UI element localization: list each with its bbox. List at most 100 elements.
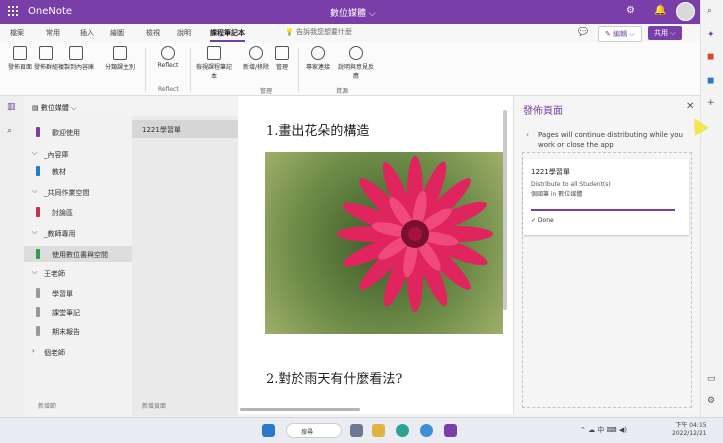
- taskbar-search[interactable]: 搜尋: [286, 423, 342, 438]
- section-item[interactable]: 學習單: [24, 285, 132, 301]
- outlook-icon[interactable]: ◼: [707, 76, 714, 86]
- chevron-down-icon: ⌵: [32, 149, 38, 157]
- edit-button[interactable]: ✎ 編輯 ⌵: [598, 26, 642, 42]
- add-section-button[interactable]: 新增節: [38, 401, 56, 410]
- file-explorer-icon[interactable]: [372, 424, 385, 437]
- ribbon-tabs: 檔案 常用 插入 繪圖 檢視 說明 課程筆記本 💡 告訴我您想要什麼 💬 ✎ 編…: [0, 24, 700, 42]
- button-label: 管理: [275, 64, 288, 71]
- tab-file[interactable]: 檔案: [10, 28, 24, 38]
- chevron-right-icon: ›: [32, 347, 35, 355]
- section-item[interactable]: 課堂筆記: [24, 304, 132, 320]
- button-label: 發佈群組: [33, 64, 58, 71]
- edge-beta-icon[interactable]: [420, 424, 433, 437]
- section-group[interactable]: ⌵ _教師專用: [24, 225, 132, 241]
- app-launcher-icon[interactable]: [8, 6, 18, 16]
- settings-icon[interactable]: ⚙: [626, 5, 635, 16]
- group-label-manage: 管理: [260, 88, 273, 95]
- tab-help[interactable]: 說明: [177, 28, 191, 38]
- taskbar-search-label: 搜尋: [301, 429, 314, 436]
- section-group[interactable]: ⌵ 王老師: [24, 265, 132, 281]
- edge-icon[interactable]: [396, 424, 409, 437]
- horizontal-scrollbar[interactable]: [240, 408, 360, 411]
- taskbar: 搜尋 ⌃ ☁ 中 ⌨ ◀) 下午 04:15 2022/12/21: [0, 417, 723, 443]
- panel-title: 發佈頁面: [523, 106, 563, 117]
- group-label-resources: 資源: [336, 88, 349, 95]
- search-icon[interactable]: ⌕: [707, 6, 712, 16]
- settings-icon[interactable]: ⚙: [707, 396, 715, 406]
- office-icon[interactable]: ◼: [707, 52, 714, 62]
- system-tray[interactable]: ⌃ ☁ 中 ⌨ ◀): [580, 425, 627, 435]
- chevron-left-icon[interactable]: ‹: [526, 130, 529, 139]
- onenote-taskbar-icon[interactable]: [444, 424, 457, 437]
- distribute-page-panel: 發佈頁面 ✕ ‹ Pages will continue distributin…: [513, 96, 700, 414]
- flower-image[interactable]: [265, 152, 503, 334]
- dahlia-flower-graphic: [337, 156, 493, 312]
- copilot-icon[interactable]: ✦: [707, 30, 715, 40]
- section-label: 期末報告: [52, 328, 80, 336]
- section-label: 討論區: [52, 209, 73, 217]
- manage-button[interactable]: 管理: [262, 46, 302, 71]
- add-icon[interactable]: +: [707, 98, 715, 108]
- button-label: 複製到內容庫: [57, 64, 94, 71]
- section-group[interactable]: › 個老師: [24, 344, 132, 360]
- notification-icon[interactable]: 🔔: [654, 5, 666, 16]
- tab-insert[interactable]: 插入: [80, 28, 94, 38]
- section-group-label: 個老師: [44, 349, 65, 357]
- add-page-button[interactable]: 新增頁面: [142, 401, 166, 410]
- page-canvas[interactable]: 1.畫出花朵的構造 2.對於雨天有什麼看法?: [238, 96, 513, 414]
- app-name: OneNote: [28, 6, 73, 17]
- sidebar-toggle-icon[interactable]: ▭: [707, 374, 716, 384]
- notebook-title: 數位媒體 ⌵: [40, 104, 77, 112]
- tab-view[interactable]: 檢視: [146, 28, 160, 38]
- section-item[interactable]: 討論區: [24, 204, 132, 220]
- copy-to-library-button[interactable]: 複製到內容庫: [56, 46, 96, 71]
- notebooks-icon[interactable]: ▥: [7, 102, 16, 112]
- section-label: 教材: [52, 168, 66, 176]
- chevron-down-icon: ⌵: [32, 187, 38, 195]
- close-icon[interactable]: ✕: [686, 101, 694, 112]
- document-title[interactable]: 數位媒體 ⌵: [330, 6, 376, 19]
- section-group[interactable]: ⌵ _內容庫: [24, 146, 132, 162]
- section-item[interactable]: 使用數位書與空間: [24, 246, 132, 262]
- tab-class-notebook[interactable]: 課程筆記本: [210, 28, 245, 42]
- notebook-icon: [207, 46, 221, 60]
- person-icon: [249, 46, 263, 60]
- search-icon[interactable]: ⌕: [7, 126, 12, 136]
- section-label: 課堂筆記: [52, 309, 80, 317]
- card-title: 1221學習單: [531, 168, 570, 176]
- notebook-picker[interactable]: ▤ 數位媒體 ⌵: [24, 96, 132, 116]
- help-feedback-button[interactable]: 說明與意見反應: [336, 46, 376, 80]
- section-group-label: _教師專用: [44, 230, 76, 238]
- section-group-label: _內容庫: [44, 151, 69, 159]
- review-work-button[interactable]: 分類課主別: [100, 46, 140, 71]
- page-item[interactable]: 1221學習單: [132, 120, 238, 138]
- reflect-button[interactable]: Reflect: [148, 46, 188, 69]
- clock[interactable]: 下午 04:15 2022/12/21: [672, 422, 707, 438]
- group-label-reflect: Reflect: [158, 86, 179, 93]
- vertical-scrollbar[interactable]: [503, 110, 507, 310]
- button-label: Reflect: [157, 62, 179, 69]
- class-notebook-button[interactable]: 檢視課程筆記本: [194, 46, 234, 80]
- avatar[interactable]: [676, 2, 695, 21]
- question-1-heading[interactable]: 1.畫出花朵的構造: [266, 120, 369, 139]
- clock-date: 2022/12/21: [672, 430, 707, 437]
- share-button[interactable]: 共用 ⌵: [648, 26, 682, 40]
- section-item[interactable]: 歡迎使用: [24, 124, 132, 140]
- card-description: Distribute to all Student(s): [531, 181, 611, 188]
- distribute-page-icon: [13, 46, 27, 60]
- button-label: 說明與意見反應: [337, 64, 374, 80]
- task-view-icon[interactable]: [350, 424, 363, 437]
- section-list: 歡迎使用 ⌵ _內容庫 教材 ⌵ _共同作業空間 討論區 ⌵ _教師專用 使用數位書與…: [24, 116, 132, 416]
- section-item[interactable]: 教材: [24, 163, 132, 179]
- section-item[interactable]: 期末報告: [24, 323, 132, 339]
- comment-icon[interactable]: 💬: [578, 27, 588, 36]
- expert-connect-button[interactable]: 專家連接: [298, 46, 338, 71]
- ribbon: 發佈頁面 發佈群組 複製到內容庫 分類課主別 Reflect 檢視課程筆記本 新…: [0, 42, 700, 96]
- tell-me-search[interactable]: 💡 告訴我您想要什麼: [285, 27, 352, 37]
- section-group[interactable]: ⌵ _共同作業空間: [24, 184, 132, 200]
- ribbon-separator: [145, 48, 146, 92]
- tab-home[interactable]: 常用: [46, 28, 60, 38]
- question-2-heading[interactable]: 2.對於雨天有什麼看法?: [266, 368, 402, 387]
- windows-start-icon[interactable]: [262, 424, 275, 437]
- tab-draw[interactable]: 繪圖: [110, 28, 124, 38]
